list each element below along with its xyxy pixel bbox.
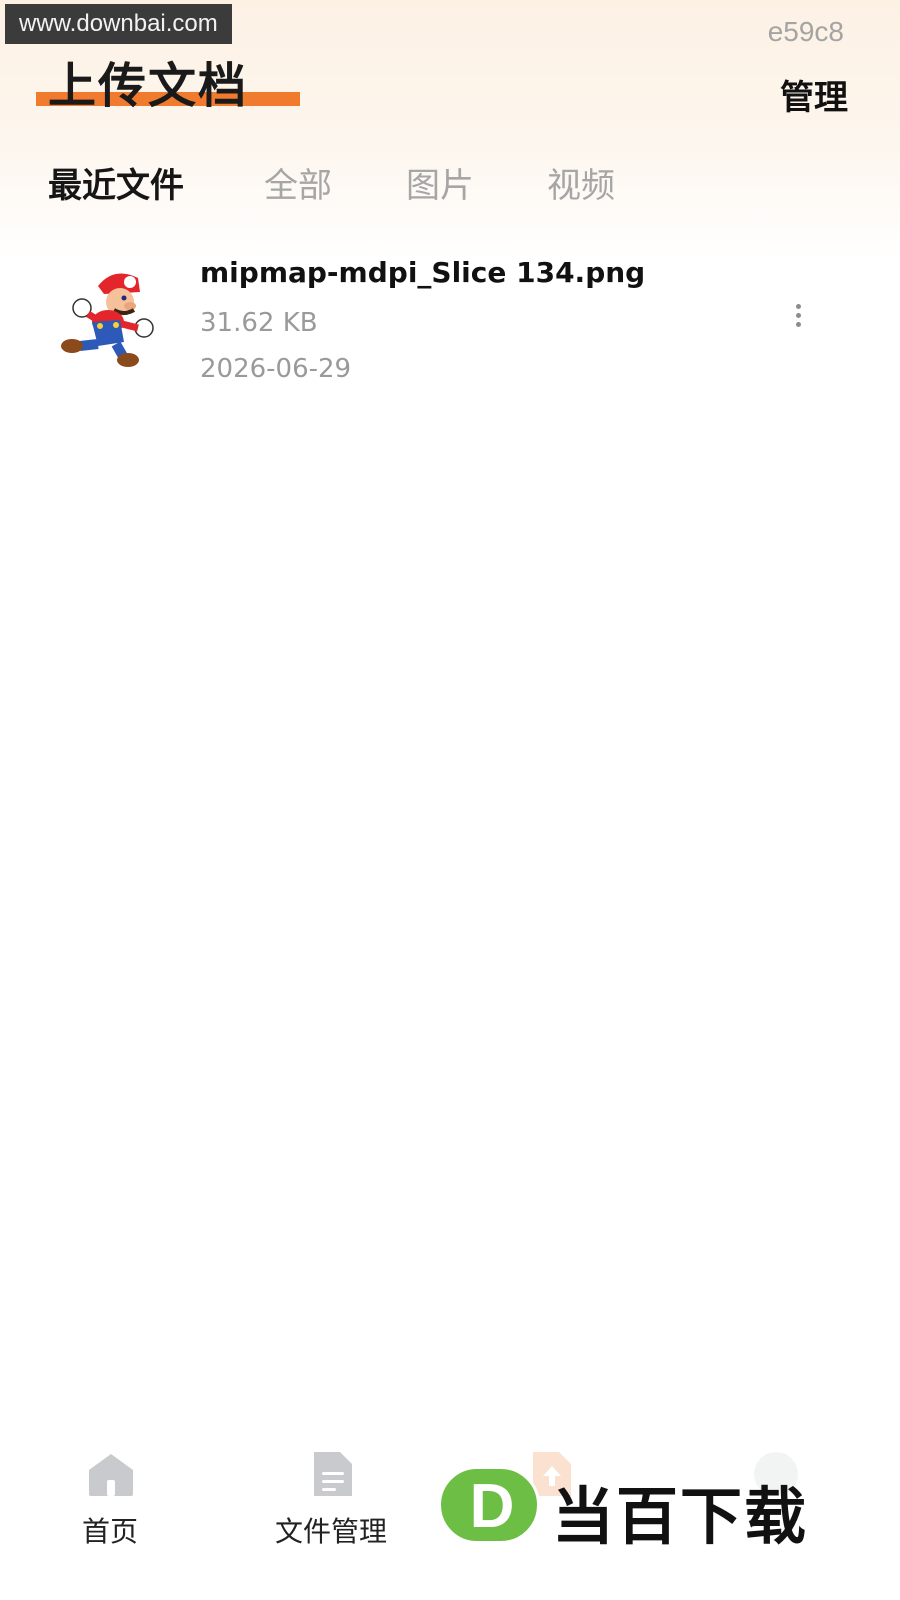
- nav-home-label: 首页: [81, 1515, 138, 1548]
- tab-all[interactable]: 全部: [264, 158, 332, 207]
- file-name: mipmap-mdpi_Slice 134.png: [200, 256, 646, 289]
- brand-text: 当百下载: [552, 1480, 809, 1553]
- manage-button[interactable]: 管理: [780, 70, 848, 119]
- document-icon: [314, 1452, 352, 1496]
- tab-recent-files[interactable]: 最近文件: [48, 158, 184, 207]
- file-date: 2026-06-29: [200, 354, 352, 384]
- page-title-block: 上传文档: [36, 50, 300, 114]
- nav-file-management[interactable]: 文件管理: [236, 1446, 426, 1556]
- nav-home[interactable]: 首页: [15, 1446, 205, 1556]
- watermark-url: www.downbai.com: [5, 4, 232, 44]
- file-size: 31.62 KB: [200, 308, 318, 338]
- file-list-item[interactable]: mipmap-mdpi_Slice 134.png 31.62 KB 2026-…: [0, 240, 900, 400]
- page-title: 上传文档: [48, 58, 249, 114]
- watermark-code: e59c8: [767, 16, 844, 47]
- brand-badge: D: [438, 1466, 540, 1544]
- brand-letter: D: [469, 1472, 515, 1541]
- nav-file-management-label: 文件管理: [274, 1515, 387, 1548]
- file-tabs: 最近文件 全部 图片 视频: [48, 158, 668, 206]
- tab-videos[interactable]: 视频: [547, 158, 615, 207]
- more-options-icon[interactable]: [786, 304, 810, 334]
- mario-character-image: [61, 273, 154, 367]
- home-icon: [89, 1454, 133, 1496]
- brand-watermark-logo: D 当百下载: [438, 1466, 878, 1553]
- tab-images[interactable]: 图片: [406, 158, 474, 207]
